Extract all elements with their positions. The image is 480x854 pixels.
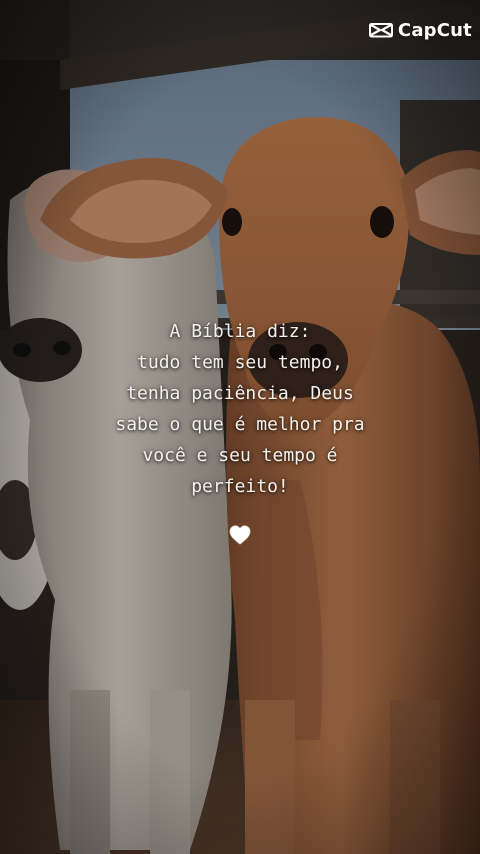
capcut-brand-text: CapCut: [397, 20, 472, 41]
quote-line: perfeito!: [191, 476, 289, 497]
capcut-logo-icon: [368, 22, 393, 37]
quote-line: tenha paciência, Deus: [126, 383, 354, 404]
quote-line: A Bíblia diz:: [169, 321, 311, 342]
bible-quote: A Bíblia diz: tudo tem seu tempo, tenha …: [60, 316, 420, 502]
quote-line: sabe o que é melhor pra: [115, 414, 365, 435]
quote-line: tudo tem seu tempo,: [137, 352, 343, 373]
white-heart-icon: [229, 525, 251, 545]
capcut-watermark: CapCut: [368, 20, 472, 41]
quote-line: você e seu tempo é: [142, 445, 338, 466]
story-frame: CapCut A Bíblia diz: tudo tem seu tempo,…: [0, 0, 480, 854]
